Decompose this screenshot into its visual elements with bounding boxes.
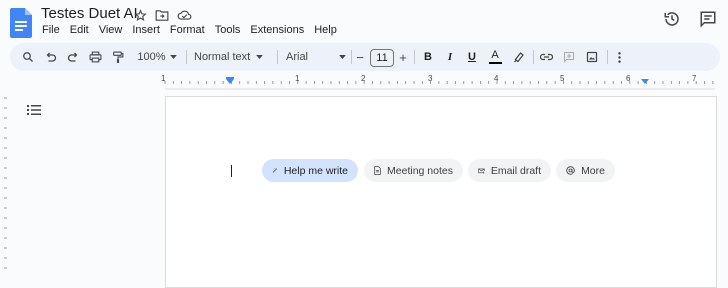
help-me-write-chip[interactable]: Help me write <box>262 159 358 182</box>
menu-extensions[interactable]: Extensions <box>249 24 305 36</box>
increase-font-size-button[interactable]: + <box>396 43 410 71</box>
chevron-down-icon <box>339 55 346 59</box>
menu-format[interactable]: Format <box>169 24 206 36</box>
zoom-select[interactable]: 100% <box>133 43 181 71</box>
email-draft-icon <box>478 168 485 174</box>
text-color-letter: A <box>491 49 499 61</box>
right-indent-marker <box>641 79 649 84</box>
insert-image-icon[interactable] <box>584 43 600 71</box>
left-indent-marker <box>226 79 234 84</box>
undo-icon[interactable] <box>43 43 59 71</box>
font-select[interactable]: Arial <box>286 43 346 71</box>
menu-edit[interactable]: Edit <box>69 24 90 36</box>
toolbar-divider <box>277 50 278 64</box>
print-icon[interactable] <box>87 43 103 71</box>
highlight-color-icon[interactable] <box>511 43 527 71</box>
toolbar-divider <box>186 50 187 64</box>
ruler-number: 1 <box>295 74 300 83</box>
move-to-folder-icon[interactable] <box>154 7 170 23</box>
redo-icon[interactable] <box>65 43 81 71</box>
search-menus-icon[interactable] <box>20 43 36 71</box>
paragraph-style-value: Normal text <box>194 51 251 63</box>
italic-button[interactable]: I <box>443 43 457 71</box>
magic-pen-icon <box>272 168 278 173</box>
chevron-down-icon <box>169 55 177 59</box>
toolbar-divider <box>414 50 415 64</box>
chevron-down-icon <box>256 55 264 59</box>
history-icon[interactable] <box>662 9 682 29</box>
menu-help[interactable]: Help <box>313 24 338 36</box>
at-sign-icon <box>566 166 575 175</box>
email-draft-chip[interactable]: Email draft <box>468 159 551 182</box>
document-title[interactable]: Testes Duet AI <box>41 5 138 22</box>
ruler-number: 7 <box>692 74 697 83</box>
menu-view[interactable]: View <box>98 24 124 36</box>
ruler-number: 4 <box>494 74 499 83</box>
docs-logo-icon[interactable] <box>10 8 32 38</box>
menu-insert[interactable]: Insert <box>131 24 161 36</box>
help-me-write-label: Help me write <box>283 164 348 177</box>
menu-file[interactable]: File <box>41 24 61 36</box>
toolbar-divider <box>351 50 352 64</box>
ruler-number: 2 <box>361 74 366 83</box>
email-draft-label: Email draft <box>490 164 541 177</box>
cloud-saved-icon[interactable] <box>176 7 192 23</box>
insert-link-icon[interactable] <box>538 43 554 71</box>
ruler-number: 1 <box>161 74 166 83</box>
comments-icon[interactable] <box>698 9 718 29</box>
more-chip[interactable]: More <box>556 159 615 182</box>
toolbar-divider <box>533 50 534 64</box>
bold-button[interactable]: B <box>421 43 435 71</box>
star-icon[interactable] <box>132 7 148 23</box>
text-color-button[interactable]: A <box>487 43 503 71</box>
ruler-number: 3 <box>428 74 433 83</box>
horizontal-ruler[interactable]: 1 1 2 3 4 5 6 7 <box>0 74 728 90</box>
text-cursor <box>231 165 232 177</box>
meeting-notes-chip[interactable]: Meeting notes <box>364 159 463 182</box>
font-size-input[interactable]: 11 <box>370 49 394 67</box>
vertical-ruler[interactable] <box>0 90 10 273</box>
ruler-number: 5 <box>560 74 565 83</box>
font-value: Arial <box>286 51 309 63</box>
more-label: More <box>581 164 605 177</box>
paragraph-style-select[interactable]: Normal text <box>194 43 268 71</box>
paint-format-icon[interactable] <box>110 43 126 71</box>
underline-button[interactable]: U <box>465 43 479 71</box>
zoom-value: 100% <box>137 51 166 63</box>
add-comment-icon[interactable] <box>561 43 577 71</box>
menu-tools[interactable]: Tools <box>214 24 242 36</box>
meeting-notes-label: Meeting notes <box>387 164 453 177</box>
more-options-icon[interactable] <box>613 43 625 71</box>
document-outline-icon[interactable] <box>27 103 41 121</box>
document-icon <box>374 166 381 175</box>
toolbar-divider <box>607 50 608 64</box>
text-color-swatch <box>488 62 502 64</box>
ruler-number: 6 <box>626 74 631 83</box>
decrease-font-size-button[interactable]: − <box>353 43 367 71</box>
document-page[interactable] <box>165 96 717 288</box>
toolbar: 100% Normal text Arial − 11 + B I U A <box>10 43 720 71</box>
